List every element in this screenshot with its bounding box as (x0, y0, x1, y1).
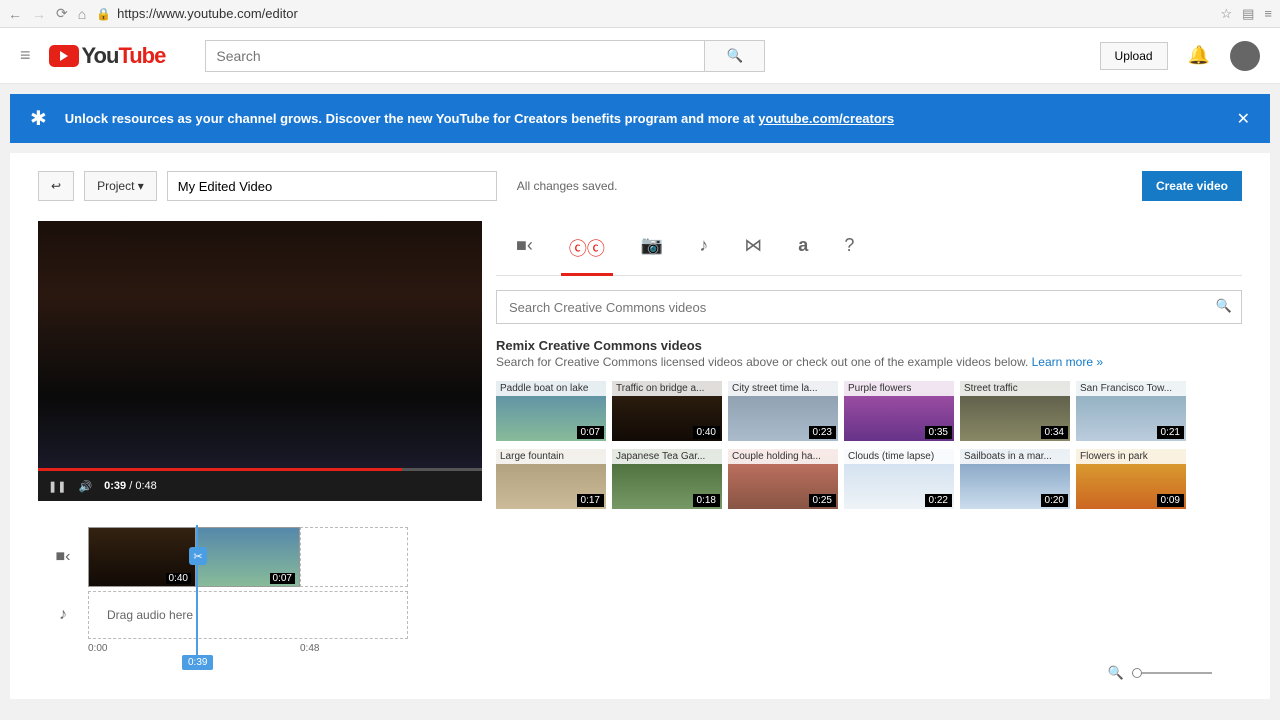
playhead[interactable]: 0:39 (196, 525, 198, 661)
tab-photos[interactable]: 📷 (637, 225, 667, 275)
cc-search-input[interactable] (496, 290, 1242, 324)
thumb[interactable]: Couple holding ha...0:25 (728, 449, 838, 509)
thumb[interactable]: San Francisco Tow...0:21 (1076, 381, 1186, 441)
cc-heading: Remix Creative Commons videos (496, 338, 1242, 353)
video-preview[interactable] (38, 221, 482, 471)
menu-icon[interactable]: ▤ (1242, 6, 1254, 22)
zoom-icon: 🔍 (1108, 665, 1124, 681)
banner-link[interactable]: youtube.com/creators (758, 111, 894, 126)
video-track[interactable]: 0:39 ✂ 0:400:07 (88, 527, 413, 587)
thumb[interactable]: Large fountain0:17 (496, 449, 606, 509)
project-dropdown[interactable]: Project ▾ (84, 171, 157, 201)
browser-back[interactable]: ← (8, 6, 22, 22)
tab-audio[interactable]: ♪ (695, 225, 712, 275)
thumb[interactable]: Street traffic0:34 (960, 381, 1070, 441)
thumb[interactable]: Flowers in park0:09 (1076, 449, 1186, 509)
star-icon[interactable]: ☆ (1220, 6, 1232, 22)
youtube-logo[interactable]: YouTube (49, 43, 166, 69)
thumb[interactable]: Traffic on bridge a...0:40 (612, 381, 722, 441)
save-status: All changes saved. (517, 179, 618, 193)
thumb[interactable]: City street time la...0:23 (728, 381, 838, 441)
browser-forward[interactable]: → (32, 6, 46, 22)
video-drop-zone[interactable] (300, 527, 408, 587)
timeline-clip[interactable]: 0:40 (88, 527, 196, 587)
search-button[interactable]: 🔍 (705, 40, 765, 72)
audio-track-icon: ♪ (38, 606, 88, 624)
browser-home[interactable]: ⌂ (78, 6, 86, 22)
learn-more-link[interactable]: Learn more » (1032, 355, 1103, 369)
close-icon[interactable]: ✕ (1237, 109, 1250, 129)
thumb[interactable]: Paddle boat on lake0:07 (496, 381, 606, 441)
star-icon: ✱ (30, 106, 47, 131)
info-banner: ✱ Unlock resources as your channel grows… (10, 94, 1270, 143)
thumb[interactable]: Clouds (time lapse)0:22 (844, 449, 954, 509)
cut-handle[interactable]: ✂ (189, 547, 207, 565)
timeline-clip[interactable]: 0:07 (196, 527, 300, 587)
thumb[interactable]: Purple flowers0:35 (844, 381, 954, 441)
zoom-slider[interactable] (1132, 672, 1212, 674)
project-title-input[interactable] (167, 171, 497, 201)
thumb[interactable]: Japanese Tea Gar...0:18 (612, 449, 722, 509)
guide-menu-icon[interactable]: ≡ (20, 45, 31, 66)
video-track-icon: ■‹ (38, 548, 88, 566)
lock-icon: 🔒 (96, 7, 111, 21)
project-back-button[interactable]: ↩ (38, 171, 74, 201)
url-text: https://www.youtube.com/editor (117, 6, 298, 21)
audio-drop-zone[interactable]: Drag audio here (88, 591, 408, 639)
upload-button[interactable]: Upload (1100, 42, 1168, 70)
bell-icon[interactable]: 🔔 (1188, 45, 1210, 66)
avatar[interactable] (1230, 41, 1260, 71)
tab-cc[interactable]: ⓒⓒ (565, 225, 609, 275)
search-icon[interactable]: 🔍 (1216, 298, 1232, 314)
tab-transitions[interactable]: ⋈ (740, 225, 766, 275)
browser-reload[interactable]: ⟳ (56, 5, 68, 22)
pause-icon[interactable]: ❚❚ (48, 480, 66, 493)
tab-videos[interactable]: ■‹ (512, 225, 537, 275)
thumb[interactable]: Sailboats in a mar...0:20 (960, 449, 1070, 509)
create-video-button[interactable]: Create video (1142, 171, 1242, 201)
search-input[interactable] (205, 40, 705, 72)
tab-text[interactable]: a (794, 225, 812, 275)
volume-icon[interactable]: 🔊 (78, 480, 92, 493)
tab-help[interactable]: ? (840, 225, 858, 275)
audio-track[interactable]: Drag audio here (88, 591, 413, 639)
hamburger-icon[interactable]: ≡ (1264, 6, 1272, 22)
